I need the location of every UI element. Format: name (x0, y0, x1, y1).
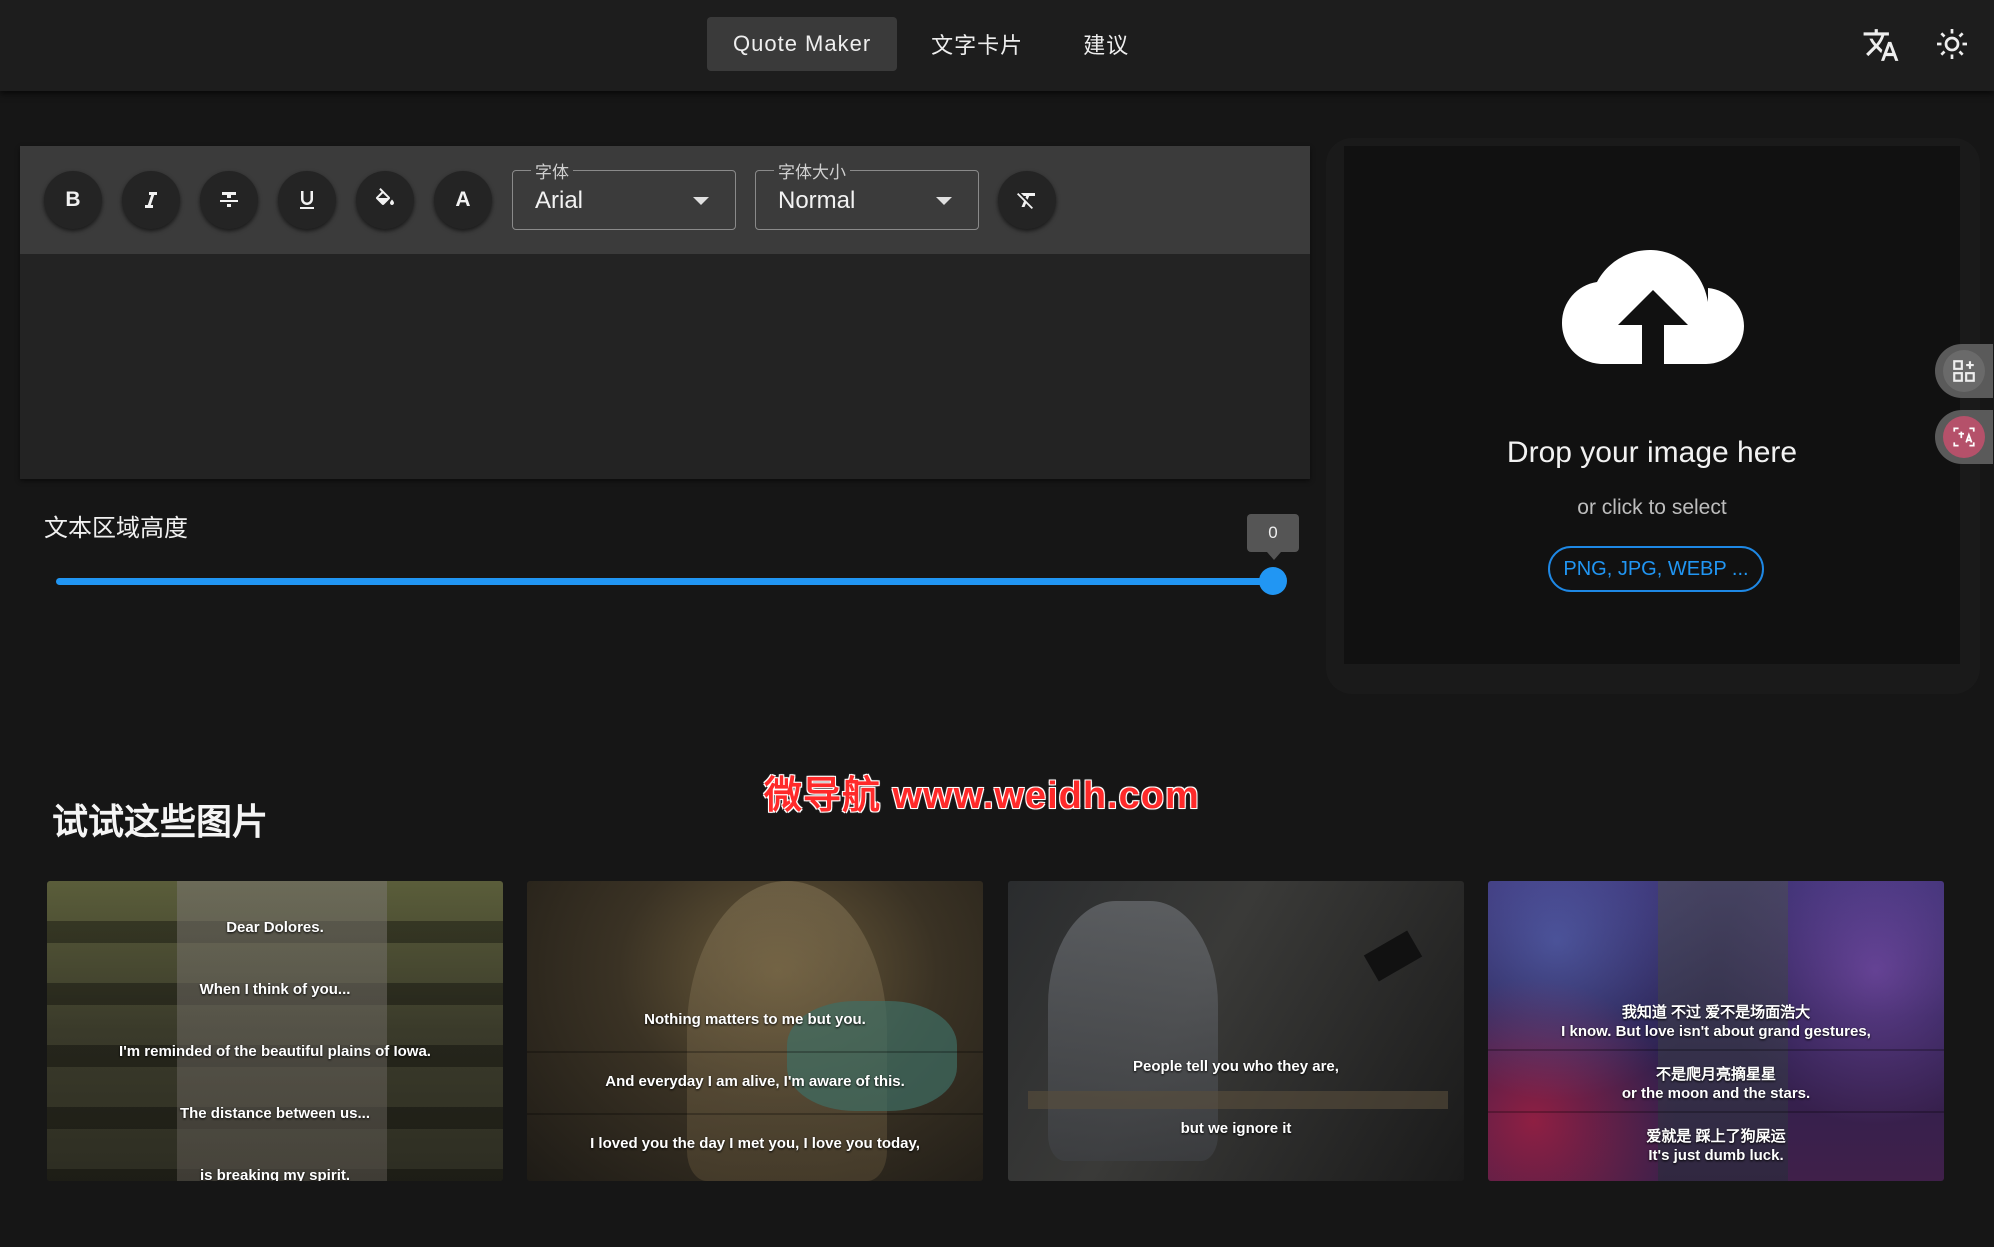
card-caption: Dear Dolores. (226, 919, 324, 936)
sample-image-card-3[interactable]: People tell you who they are, but we ign… (1008, 881, 1464, 1181)
image-dropzone[interactable]: Drop your image here or click to select … (1344, 146, 1960, 664)
caret-down-icon (936, 197, 952, 205)
upload-panel: Drop your image here or click to select … (1326, 138, 1980, 694)
bold-button[interactable]: B (44, 171, 102, 229)
font-family-label: 字体 (531, 158, 573, 183)
file-formats-chip: PNG, JPG, WEBP ... (1548, 546, 1764, 592)
side-widgets-button[interactable] (1935, 344, 1993, 398)
font-size-value: Normal (778, 187, 856, 214)
editor-text-area[interactable] (20, 254, 1310, 479)
card-caption: 爱就是 踩上了狗屎运 (1646, 1128, 1786, 1145)
side-translate-button[interactable] (1935, 410, 1993, 464)
nav-tabs: Quote Maker 文字卡片 建议 (707, 17, 1155, 71)
caret-down-icon (693, 197, 709, 205)
sample-image-card-1[interactable]: Dear Dolores. When I think of you... I'm… (47, 881, 503, 1181)
textarea-height-label: 文本区域高度 (44, 515, 188, 542)
text-color-icon: A (455, 188, 471, 211)
height-slider-track[interactable] (56, 578, 1272, 585)
sample-image-card-4[interactable]: 我知道 不过 爱不是场面浩大 I know. But love isn't ab… (1488, 881, 1944, 1181)
clear-format-button[interactable] (998, 171, 1056, 229)
translate-icon[interactable] (1862, 26, 1900, 64)
font-size-select[interactable]: 字体大小 Normal (755, 158, 979, 230)
translate-icon (1943, 416, 1985, 458)
card-caption: I know. But love isn't about grand gestu… (1561, 1023, 1871, 1040)
strikethrough-button[interactable] (200, 171, 258, 229)
tab-quote-maker[interactable]: Quote Maker (707, 17, 898, 71)
card-divider (1488, 1111, 1944, 1113)
card-caption: It's just dumb luck. (1648, 1147, 1784, 1164)
card-caption: but we ignore it (1180, 1120, 1292, 1137)
card-caption: is breaking my spirit. (199, 1167, 351, 1181)
italic-icon (145, 192, 157, 208)
watermark-text: 微导航 www.weidh.com (764, 775, 1200, 817)
card-caption: I loved you the day I met you, I love yo… (590, 1135, 920, 1152)
editor-toolbar: B A 字体 Arial 字体大小 Normal (20, 146, 1310, 254)
font-family-select[interactable]: 字体 Arial (512, 158, 736, 230)
gallery-title: 试试这些图片 (52, 801, 269, 842)
top-app-bar: Quote Maker 文字卡片 建议 (0, 0, 1994, 91)
fill-color-button[interactable] (356, 171, 414, 229)
card-caption: Nothing matters to me but you. (644, 1011, 866, 1028)
card-caption: 我知道 不过 爱不是场面浩大 (1621, 1004, 1811, 1021)
card-lamp (1363, 930, 1423, 982)
sample-image-card-2[interactable]: Nothing matters to me but you. And every… (527, 881, 983, 1181)
tab-text-card[interactable]: 文字卡片 (905, 17, 1049, 71)
italic-button[interactable] (122, 171, 180, 229)
rich-text-editor: B A 字体 Arial 字体大小 Normal (20, 146, 1310, 479)
card-caption: or the moon and the stars. (1621, 1085, 1811, 1102)
card-divider (527, 1113, 983, 1115)
height-slider-thumb[interactable] (1259, 567, 1287, 595)
underline-button[interactable] (278, 171, 336, 229)
card-caption: And everyday I am alive, I'm aware of th… (605, 1073, 905, 1090)
bold-icon: B (65, 188, 81, 211)
cloud-upload-icon (1562, 250, 1744, 380)
dropzone-title: Drop your image here (1506, 436, 1798, 469)
card-table (1028, 1091, 1448, 1109)
font-family-value: Arial (535, 187, 584, 214)
card-divider (1488, 1049, 1944, 1051)
paint-bucket-icon (375, 188, 394, 205)
clear-format-icon (1017, 193, 1035, 209)
card-caption: 不是爬月亮摘星星 (1655, 1066, 1776, 1083)
card-caption: I'm reminded of the beautiful plains of … (119, 1043, 431, 1060)
card-caption: The distance between us... (179, 1105, 371, 1122)
add-widget-icon (1943, 350, 1985, 392)
brightness-icon[interactable] (1934, 26, 1972, 64)
card-caption: People tell you who they are, (1133, 1058, 1339, 1075)
dropzone-subtitle: or click to select (1577, 496, 1727, 519)
card-divider (527, 1051, 983, 1053)
font-size-label: 字体大小 (774, 158, 850, 183)
slider-value-tooltip: 0 (1247, 514, 1299, 560)
tab-suggestions[interactable]: 建议 (1057, 17, 1155, 71)
text-color-button[interactable]: A (434, 171, 492, 229)
card-caption: When I think of you... (199, 981, 351, 998)
strikethrough-icon (220, 192, 238, 207)
underline-icon (300, 191, 314, 209)
